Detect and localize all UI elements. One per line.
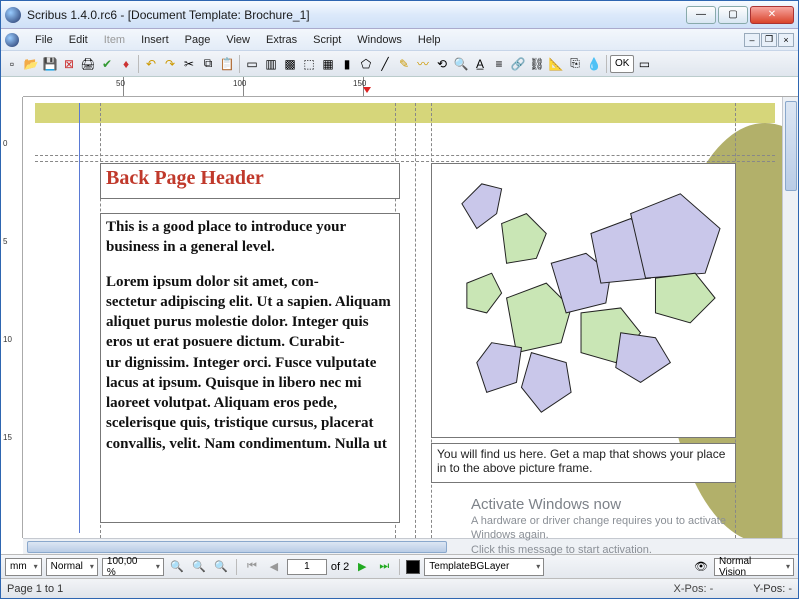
bezier-icon[interactable]: ✎ bbox=[395, 54, 413, 74]
europe-map-icon bbox=[432, 164, 735, 437]
zoom-select[interactable]: 100,00 % bbox=[102, 558, 164, 576]
table-icon[interactable]: ▦ bbox=[319, 54, 337, 74]
workarea: 0 5 10 15 Back Page Header bbox=[1, 97, 798, 538]
freehand-icon[interactable]: 〰 bbox=[414, 54, 432, 74]
page-input[interactable] bbox=[287, 559, 327, 575]
scrollbar-horizontal[interactable] bbox=[23, 538, 798, 554]
new-icon[interactable]: ▫ bbox=[3, 54, 21, 74]
menu-insert[interactable]: Insert bbox=[133, 32, 177, 48]
map-image-frame[interactable] bbox=[431, 163, 736, 438]
shape-icon[interactable]: ▮ bbox=[338, 54, 356, 74]
line-icon[interactable]: ╱ bbox=[376, 54, 394, 74]
copy-icon[interactable]: ⧉ bbox=[199, 54, 217, 74]
back-page-header-frame[interactable]: Back Page Header bbox=[100, 163, 400, 199]
layer-select[interactable]: TemplateBGLayer bbox=[424, 558, 544, 576]
mdi-controls: – ❐ × bbox=[744, 33, 794, 47]
menu-help[interactable]: Help bbox=[410, 32, 449, 48]
cut-icon[interactable]: ✂ bbox=[180, 54, 198, 74]
margin-guide bbox=[79, 103, 80, 533]
pdf-field-icon[interactable]: ▭ bbox=[635, 54, 653, 74]
rotate-icon[interactable]: ⟲ bbox=[433, 54, 451, 74]
ruler-vertical: 0 5 10 15 bbox=[1, 97, 23, 538]
ruler-horizontal: 50 100 150 bbox=[23, 77, 798, 97]
close-button[interactable]: ✕ bbox=[750, 6, 794, 24]
unlink-icon[interactable]: ⛓ bbox=[528, 54, 546, 74]
app-icon-small bbox=[5, 33, 19, 47]
zoom-out-icon[interactable]: 🔍 bbox=[190, 558, 208, 576]
vision-select[interactable]: Normal Vision bbox=[714, 558, 794, 576]
mdi-close-button[interactable]: × bbox=[778, 33, 794, 47]
print-icon[interactable]: 🖨 bbox=[79, 54, 97, 74]
menu-edit[interactable]: Edit bbox=[61, 32, 96, 48]
pdf-ok-button[interactable]: OK bbox=[610, 55, 634, 73]
preview-icon[interactable]: 👁 bbox=[692, 558, 710, 576]
storyeditor-icon[interactable]: ≡ bbox=[490, 54, 508, 74]
textframe-icon[interactable]: ▥ bbox=[262, 54, 280, 74]
save-icon[interactable]: 💾 bbox=[41, 54, 59, 74]
zoom-icon[interactable]: 🔍 bbox=[452, 54, 470, 74]
menu-view[interactable]: View bbox=[218, 32, 258, 48]
ruler-marker-icon bbox=[363, 87, 371, 93]
mdi-minimize-button[interactable]: – bbox=[744, 33, 760, 47]
ypos-label: Y-Pos: - bbox=[753, 583, 792, 595]
menu-extras[interactable]: Extras bbox=[258, 32, 305, 48]
xpos-label: X-Pos: - bbox=[674, 583, 714, 595]
eyedrop-icon[interactable]: 💧 bbox=[585, 54, 603, 74]
window-title: Scribus 1.4.0.rc6 - [Document Template: … bbox=[27, 8, 686, 22]
app-window: Scribus 1.4.0.rc6 - [Document Template: … bbox=[0, 0, 799, 599]
zoom-in-icon[interactable]: 🔍 bbox=[212, 558, 230, 576]
maximize-button[interactable]: ▢ bbox=[718, 6, 748, 24]
next-page-icon[interactable]: ▶ bbox=[353, 558, 371, 576]
edittext-icon[interactable]: A̲ bbox=[471, 54, 489, 74]
menu-file[interactable]: File bbox=[27, 32, 61, 48]
scrollbar-thumb[interactable] bbox=[27, 541, 447, 553]
page-range-label: Page 1 to 1 bbox=[7, 583, 63, 595]
titlebar: Scribus 1.4.0.rc6 - [Document Template: … bbox=[1, 1, 798, 29]
caption-frame[interactable]: You will find us here. Get a map that sh… bbox=[431, 443, 736, 483]
scrollbar-vertical[interactable] bbox=[782, 97, 798, 538]
copyprops-icon[interactable]: ⎘ bbox=[566, 54, 584, 74]
renderframe-icon[interactable]: ⬚ bbox=[300, 54, 318, 74]
menubar: File Edit Item Insert Page View Extras S… bbox=[1, 29, 798, 51]
app-icon bbox=[5, 7, 21, 23]
caption-text: You will find us here. Get a map that sh… bbox=[437, 447, 730, 475]
page-total-label: of 2 bbox=[331, 561, 349, 573]
menu-page[interactable]: Page bbox=[177, 32, 219, 48]
open-icon[interactable]: 📂 bbox=[22, 54, 40, 74]
paste-icon[interactable]: 📋 bbox=[218, 54, 236, 74]
last-page-icon[interactable]: ⏭ bbox=[375, 558, 393, 576]
unit-select[interactable]: mm bbox=[5, 558, 42, 576]
prev-page-icon[interactable]: ◀ bbox=[265, 558, 283, 576]
menu-script[interactable]: Script bbox=[305, 32, 349, 48]
viewmode-select[interactable]: Normal bbox=[46, 558, 98, 576]
header-band bbox=[35, 103, 775, 123]
layer-color-swatch bbox=[406, 560, 420, 574]
link-icon[interactable]: 🔗 bbox=[509, 54, 527, 74]
preflight-icon[interactable]: ✔ bbox=[98, 54, 116, 74]
select-icon[interactable]: ▭ bbox=[243, 54, 261, 74]
polygon-icon[interactable]: ⬠ bbox=[357, 54, 375, 74]
imageframe-icon[interactable]: ▩ bbox=[281, 54, 299, 74]
toolbar: ▫ 📂 💾 ⊠ 🖨 ✔ ♦ ↶ ↷ ✂ ⧉ 📋 ▭ ▥ ▩ ⬚ ▦ ▮ ⬠ ╱ … bbox=[1, 51, 798, 77]
zoom-100-icon[interactable]: 🔍 bbox=[168, 558, 186, 576]
minimize-button[interactable]: — bbox=[686, 6, 716, 24]
statusbar: Page 1 to 1 X-Pos: - Y-Pos: - bbox=[1, 578, 798, 598]
body-text-frame[interactable]: This is a good place to introduce your b… bbox=[100, 213, 400, 523]
lorem-text: Lorem ipsum dolor sit amet, con- sectetu… bbox=[106, 272, 394, 454]
window-controls: — ▢ ✕ bbox=[686, 6, 794, 24]
mdi-restore-button[interactable]: ❐ bbox=[761, 33, 777, 47]
scrollbar-thumb[interactable] bbox=[785, 101, 797, 191]
pdf-icon[interactable]: ♦ bbox=[117, 54, 135, 74]
redo-icon[interactable]: ↷ bbox=[161, 54, 179, 74]
menu-item[interactable]: Item bbox=[96, 32, 133, 48]
measure-icon[interactable]: 📐 bbox=[547, 54, 565, 74]
intro-text: This is a good place to introduce your b… bbox=[106, 217, 394, 258]
close-doc-icon[interactable]: ⊠ bbox=[60, 54, 78, 74]
back-page-header-text: Back Page Header bbox=[106, 167, 394, 190]
undo-icon[interactable]: ↶ bbox=[142, 54, 160, 74]
canvas[interactable]: Back Page Header This is a good place to… bbox=[23, 97, 798, 538]
first-page-icon[interactable]: ⏮ bbox=[243, 558, 261, 576]
menu-windows[interactable]: Windows bbox=[349, 32, 410, 48]
statusbar-controls: mm Normal 100,00 % 🔍 🔍 🔍 ⏮ ◀ of 2 ▶ ⏭ Te… bbox=[1, 554, 798, 578]
